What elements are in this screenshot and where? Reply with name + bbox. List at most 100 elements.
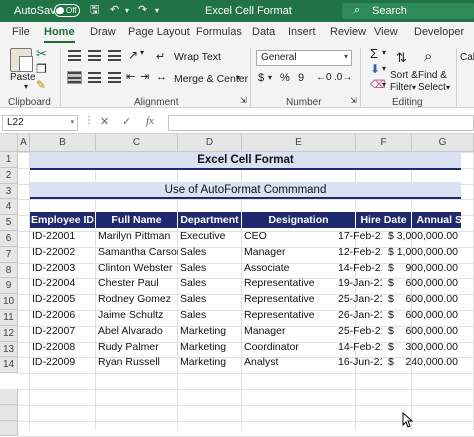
redo-icon[interactable]: ↷ — [138, 4, 147, 17]
cell-salary[interactable]: 600,000.00 — [396, 307, 458, 323]
row-header-blank[interactable] — [0, 404, 18, 421]
row-header-9[interactable]: 9 — [0, 278, 18, 295]
find-select-button[interactable]: Find & — [418, 70, 447, 81]
cancel-icon[interactable]: ✕ — [100, 115, 109, 128]
tab-view[interactable]: View — [374, 26, 398, 38]
column-header-g[interactable]: G — [412, 134, 474, 152]
currency-dropdown-icon[interactable]: ▾ — [268, 73, 272, 82]
sort-filter-button[interactable]: Sort & — [390, 70, 418, 81]
decrease-decimal-icon[interactable]: .0→ — [334, 72, 352, 83]
select-all-button[interactable] — [0, 134, 18, 152]
find-select-button-line2[interactable]: Select — [418, 82, 446, 93]
insert-function-icon[interactable]: fx — [146, 115, 154, 127]
paste-dropdown-icon[interactable]: ▾ — [24, 82, 28, 91]
row-header-12[interactable]: 12 — [0, 325, 18, 342]
cell-name[interactable]: Jaime Schultz — [98, 307, 178, 323]
copy-icon[interactable]: ❐ — [36, 62, 47, 76]
cell-salary[interactable]: 600,000.00 — [396, 291, 458, 307]
tab-developer[interactable]: Developer — [414, 26, 464, 38]
header-annual-salary[interactable]: Annual Salary — [412, 212, 474, 228]
row-header-1[interactable]: 1 — [0, 152, 18, 168]
tab-formulas[interactable]: Formulas — [196, 26, 242, 38]
sheet-subtitle[interactable]: Use of AutoFormat Commmand — [30, 182, 461, 199]
font-name-peek[interactable]: Cali — [460, 52, 474, 63]
header-full-name[interactable]: Full Name — [96, 212, 178, 228]
cell-dept[interactable]: Marketing — [180, 339, 242, 355]
cell-name[interactable]: Ryan Russell — [98, 354, 178, 370]
header-hire-date[interactable]: Hire Date — [356, 212, 412, 228]
column-header-d[interactable]: D — [178, 134, 242, 152]
cell-name[interactable]: Samantha Carson — [98, 244, 178, 260]
cell-dept[interactable]: Sales — [180, 244, 242, 260]
cell-name[interactable]: Marilyn Pittman — [98, 228, 178, 244]
row-header-5[interactable]: 5 — [0, 215, 18, 231]
column-header-a[interactable]: A — [18, 134, 30, 152]
sort-filter-icon[interactable]: ⇅ — [396, 50, 407, 66]
wrap-text-icon[interactable]: ↵ — [156, 50, 165, 63]
merge-center-icon[interactable]: ↔ — [156, 71, 167, 83]
align-right-icon[interactable] — [108, 72, 121, 83]
tab-data[interactable]: Data — [252, 26, 275, 38]
align-center-icon[interactable] — [88, 72, 101, 83]
cell-dept[interactable]: Sales — [180, 307, 242, 323]
cell-name[interactable]: Chester Paul — [98, 275, 178, 291]
cell-hire[interactable]: 17-Feb-21 — [338, 228, 382, 244]
number-launcher-icon[interactable]: ⇲ — [350, 96, 357, 105]
middle-align-icon[interactable] — [88, 50, 101, 61]
cell-hire[interactable]: 26-Jan-21 — [338, 307, 382, 323]
cell-dept[interactable]: Sales — [180, 275, 242, 291]
find-select-dropdown-icon[interactable]: ▾ — [446, 83, 450, 92]
cell-id[interactable]: ID-22003 — [32, 260, 94, 276]
cell-hire[interactable]: 25-Feb-21 — [338, 323, 382, 339]
row-header-blank[interactable] — [0, 389, 18, 405]
row-header-blank[interactable] — [0, 420, 18, 437]
alignment-launcher-icon[interactable]: ⇲ — [240, 96, 247, 105]
row-header-7[interactable]: 7 — [0, 246, 18, 263]
row-header-2[interactable]: 2 — [0, 167, 18, 184]
cell-dept[interactable]: Sales — [180, 260, 242, 276]
cell-name[interactable]: Rudy Palmer — [98, 339, 178, 355]
cell-name[interactable]: Abel Alvarado — [98, 323, 178, 339]
save-icon[interactable]: 🖫 — [90, 4, 99, 17]
cell-dept[interactable]: Executive — [180, 228, 242, 244]
increase-decimal-icon[interactable]: ←0 — [316, 72, 332, 83]
bottom-align-icon[interactable] — [108, 50, 121, 61]
cell-hire[interactable]: 19-Jan-21 — [338, 275, 382, 291]
header-designation[interactable]: Designation — [242, 212, 356, 228]
row-header-8[interactable]: 8 — [0, 262, 18, 279]
cut-icon[interactable]: ✂ — [36, 46, 47, 62]
search-box[interactable]: ⌕ Search — [342, 3, 474, 19]
cell-dept[interactable]: Marketing — [180, 354, 242, 370]
cell-id[interactable]: ID-22002 — [32, 244, 94, 260]
clear-dropdown-icon[interactable]: ▾ — [382, 80, 386, 89]
autosum-icon[interactable]: Σ — [370, 46, 378, 61]
tab-review[interactable]: Review — [330, 26, 366, 38]
cell-name[interactable]: Rodney Gomez — [98, 291, 178, 307]
row-header-4[interactable]: 4 — [0, 199, 18, 216]
sort-filter-dropdown-icon[interactable]: ▾ — [412, 83, 416, 92]
fill-icon[interactable]: ⬇ — [370, 62, 380, 76]
tab-page-layout[interactable]: Page Layout — [128, 26, 190, 38]
cell-salary[interactable]: 1,000,000.00 — [396, 244, 458, 260]
cell-dept[interactable]: Sales — [180, 291, 242, 307]
format-painter-icon[interactable]: ✎ — [36, 78, 46, 92]
cell-hire[interactable]: 25-Jan-21 — [338, 291, 382, 307]
more-commands-icon[interactable]: ▾ — [155, 4, 159, 17]
cell-hire[interactable]: 16-Jun-21 — [338, 354, 382, 370]
find-select-icon[interactable]: ⌕ — [424, 48, 432, 65]
currency-format-button[interactable]: $ — [258, 72, 264, 84]
cell-id[interactable]: ID-22005 — [32, 291, 94, 307]
row-header-3[interactable]: 3 — [0, 183, 18, 200]
header-department[interactable]: Department — [178, 212, 242, 228]
undo-icon[interactable]: ↶ — [110, 4, 119, 17]
cell-salary[interactable]: 600,000.00 — [396, 323, 458, 339]
cell-salary[interactable]: 3,000,000.00 — [396, 228, 458, 244]
tab-insert[interactable]: Insert — [288, 26, 316, 38]
cell-hire[interactable]: 14-Feb-21 — [338, 339, 382, 355]
fill-dropdown-icon[interactable]: ▾ — [382, 64, 386, 73]
column-header-f[interactable]: F — [356, 134, 412, 152]
cell-dept[interactable]: Marketing — [180, 323, 242, 339]
percent-style-button[interactable]: % — [280, 72, 290, 84]
autosave-toggle[interactable]: Off — [54, 4, 80, 17]
comma-style-button[interactable]: 9 — [298, 72, 304, 84]
